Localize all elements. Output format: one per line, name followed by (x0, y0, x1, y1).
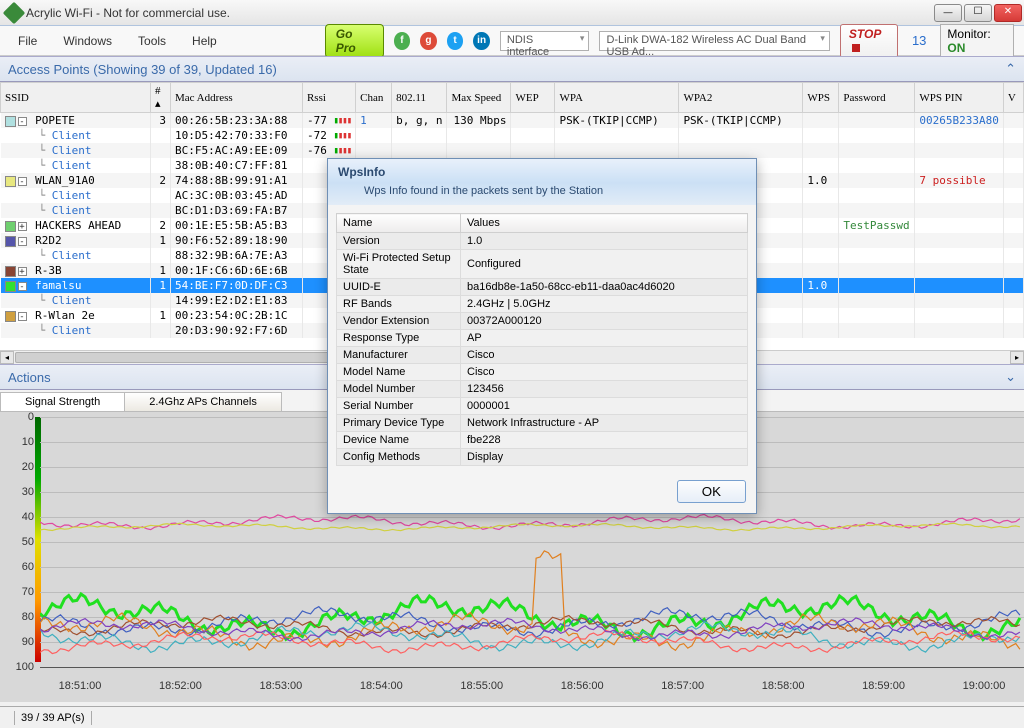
col-v[interactable]: V (1003, 83, 1023, 113)
wpsinfo-row: Device Namefbe228 (337, 432, 748, 449)
menu-windows[interactable]: Windows (55, 32, 120, 50)
statusbar: 39 / 39 AP(s) (0, 706, 1024, 728)
wpsinfo-table: Name Values Version1.0Wi-Fi Protected Se… (336, 213, 748, 466)
facebook-icon[interactable]: f (394, 32, 411, 50)
wpsinfo-row: ManufacturerCisco (337, 347, 748, 364)
menu-file[interactable]: File (10, 32, 45, 50)
col-wpa2[interactable]: WPA2 (679, 83, 803, 113)
tab-signal-strength[interactable]: Signal Strength (0, 392, 125, 411)
col-ssid[interactable]: SSID (1, 83, 151, 113)
close-button[interactable] (994, 4, 1022, 22)
minimize-button[interactable] (934, 4, 962, 22)
wpsinfo-row: Vendor Extension00372A000120 (337, 313, 748, 330)
menu-help[interactable]: Help (184, 32, 225, 50)
wpsinfo-row: Primary Device TypeNetwork Infrastructur… (337, 415, 748, 432)
wpsinfo-row: Response TypeAP (337, 330, 748, 347)
scroll-right-icon[interactable]: ▸ (1010, 351, 1024, 364)
actions-title: Actions (8, 370, 51, 385)
menubar: File Windows Tools Help Go Pro f g t in … (0, 26, 1024, 56)
wpsinfo-row: Config MethodsDisplay (337, 449, 748, 466)
dialog-title: WpsInfo (328, 159, 756, 183)
menu-tools[interactable]: Tools (130, 32, 174, 50)
dialog-col-name: Name (337, 214, 461, 233)
wpsinfo-row: UUID-Eba16db8e-1a50-68cc-eb11-daa0ac4d60… (337, 279, 748, 296)
monitor-toggle[interactable]: Monitor: ON (940, 24, 1014, 58)
scrollbar-thumb[interactable] (15, 352, 335, 363)
col-hash[interactable]: # ▴ (150, 83, 170, 113)
adapter-dropdown[interactable]: D-Link DWA-182 Wireless AC Dual Band USB… (599, 31, 829, 51)
wpsinfo-row: Model NameCisco (337, 364, 748, 381)
col-rssi[interactable]: Rssi (302, 83, 355, 113)
col-password[interactable]: Password (839, 83, 915, 113)
dialog-col-values: Values (461, 214, 748, 233)
wpsinfo-row: Wi-Fi Protected Setup StateConfigured (337, 250, 748, 279)
table-row[interactable]: └ ClientBC:F5:AC:A9:EE:09-76 ▮▮▮▮ (1, 143, 1024, 158)
col-chan[interactable]: Chan (356, 83, 392, 113)
col-std[interactable]: 802.11 (392, 83, 447, 113)
interface-dropdown[interactable]: NDIS interface (500, 31, 590, 51)
actions-collapse-icon[interactable]: ⌄ (1005, 369, 1016, 385)
channel-number[interactable]: 13 (908, 33, 930, 48)
wpsinfo-row: Model Number123456 (337, 381, 748, 398)
stop-label: STOP (849, 27, 881, 41)
col-wpspin[interactable]: WPS PIN (915, 83, 1003, 113)
collapse-icon[interactable]: ⌃ (1005, 61, 1016, 77)
wpsinfo-row: RF Bands2.4GHz | 5.0GHz (337, 296, 748, 313)
app-icon (3, 1, 26, 24)
table-row[interactable]: └ Client10:D5:42:70:33:F0-72 ▮▮▮▮ (1, 128, 1024, 143)
access-points-header[interactable]: Access Points (Showing 39 of 39, Updated… (0, 56, 1024, 82)
stop-button[interactable]: STOP (840, 24, 898, 58)
wpsinfo-row: Serial Number0000001 (337, 398, 748, 415)
window-titlebar: Acrylic Wi-Fi - Not for commercial use. (0, 0, 1024, 26)
status-ap-count: 39 / 39 AP(s) (21, 712, 85, 724)
col-wep[interactable]: WEP (511, 83, 555, 113)
col-maxspeed[interactable]: Max Speed (447, 83, 511, 113)
wpsinfo-row: Version1.0 (337, 233, 748, 250)
maximize-button[interactable] (964, 4, 992, 22)
go-pro-button[interactable]: Go Pro (325, 24, 384, 58)
col-wps[interactable]: WPS (803, 83, 839, 113)
col-mac[interactable]: Mac Address (170, 83, 302, 113)
window-title: Acrylic Wi-Fi - Not for commercial use. (26, 6, 934, 20)
ok-button[interactable]: OK (677, 480, 746, 503)
linkedin-icon[interactable]: in (473, 32, 490, 50)
wpsinfo-dialog: WpsInfo Wps Info found in the packets se… (327, 158, 757, 514)
googleplus-icon[interactable]: g (420, 32, 437, 50)
dialog-subtitle: Wps Info found in the packets sent by th… (328, 183, 756, 205)
col-wpa[interactable]: WPA (555, 83, 679, 113)
twitter-icon[interactable]: t (447, 32, 464, 50)
scroll-left-icon[interactable]: ◂ (0, 351, 14, 364)
table-row[interactable]: - POPETE300:26:5B:23:3A:88-77 ▮▮▮▮1b, g,… (1, 113, 1024, 129)
stop-icon (852, 44, 860, 52)
tab-channels[interactable]: 2.4Ghz APs Channels (124, 392, 282, 411)
access-points-title: Access Points (Showing 39 of 39, Updated… (8, 62, 277, 77)
